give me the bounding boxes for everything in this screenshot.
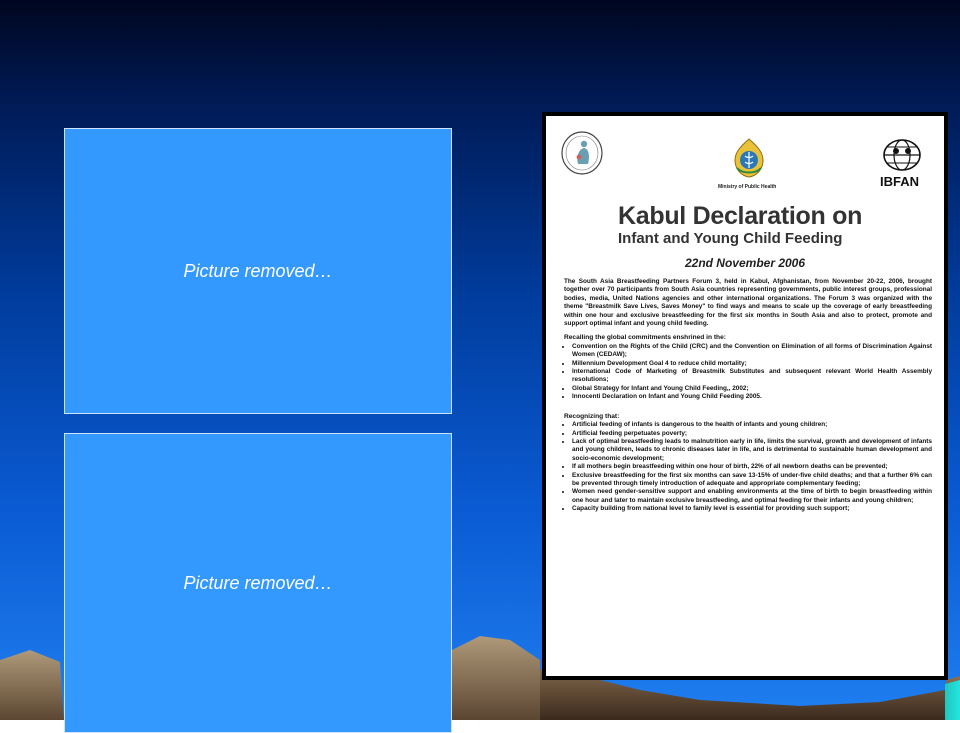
picture-placeholder-bottom: Picture removed… [64,433,452,733]
declaration-date: 22nd November 2006 [684,256,806,270]
document-page: Ministry of Public Health IBFAN Kabul De… [546,116,944,676]
recognizing-heading: Recognizing that: [564,412,620,420]
mother-child-logo-icon [561,131,603,175]
list-item: Artificial feeding perpetuates poverty; [572,430,932,438]
list-item: Exclusive breastfeeding for the first si… [572,472,932,489]
declaration-body: The South Asia Breastfeeding Partners Fo… [564,278,932,514]
list-item: Lack of optimal breastfeeding leads to m… [572,438,932,463]
intro-paragraph: The South Asia Breastfeeding Partners Fo… [564,278,932,328]
list-item: International Code of Marketing of Breas… [572,368,932,385]
list-item: Women need gender-sensitive support and … [572,488,932,505]
list-item: Millennium Development Goal 4 to reduce … [572,360,932,368]
ibfan-wordmark: IBFAN [880,174,919,189]
declaration-document: Ministry of Public Health IBFAN Kabul De… [542,112,948,680]
list-item: Capacity building from national level to… [572,505,932,513]
placeholder-text: Picture removed… [183,260,333,281]
list-item: Convention on the Rights of the Child (C… [572,343,932,360]
declaration-title: Kabul Declaration on [618,202,863,230]
list-item: If all mothers begin breastfeeding withi… [572,463,932,471]
list-item: Global Strategy for Infant and Young Chi… [572,385,932,393]
picture-placeholder-top: Picture removed… [64,128,452,414]
list-item: Innocenti Declaration on Infant and Youn… [572,393,932,401]
ibfan-globe-logo-icon [883,139,921,171]
placeholder-text: Picture removed… [183,572,333,593]
recalling-list: Convention on the Rights of the Child (C… [564,343,932,402]
ministry-caption: Ministry of Public Health [718,184,777,190]
list-item: Artificial feeding of infants is dangero… [572,421,932,429]
recalling-heading: Recalling the global commitments enshrin… [564,334,726,342]
declaration-subtitle: Infant and Young Child Feeding [618,230,843,247]
recognizing-list: Artificial feeding of infants is dangero… [564,421,932,513]
ministry-emblem-icon [734,138,764,178]
